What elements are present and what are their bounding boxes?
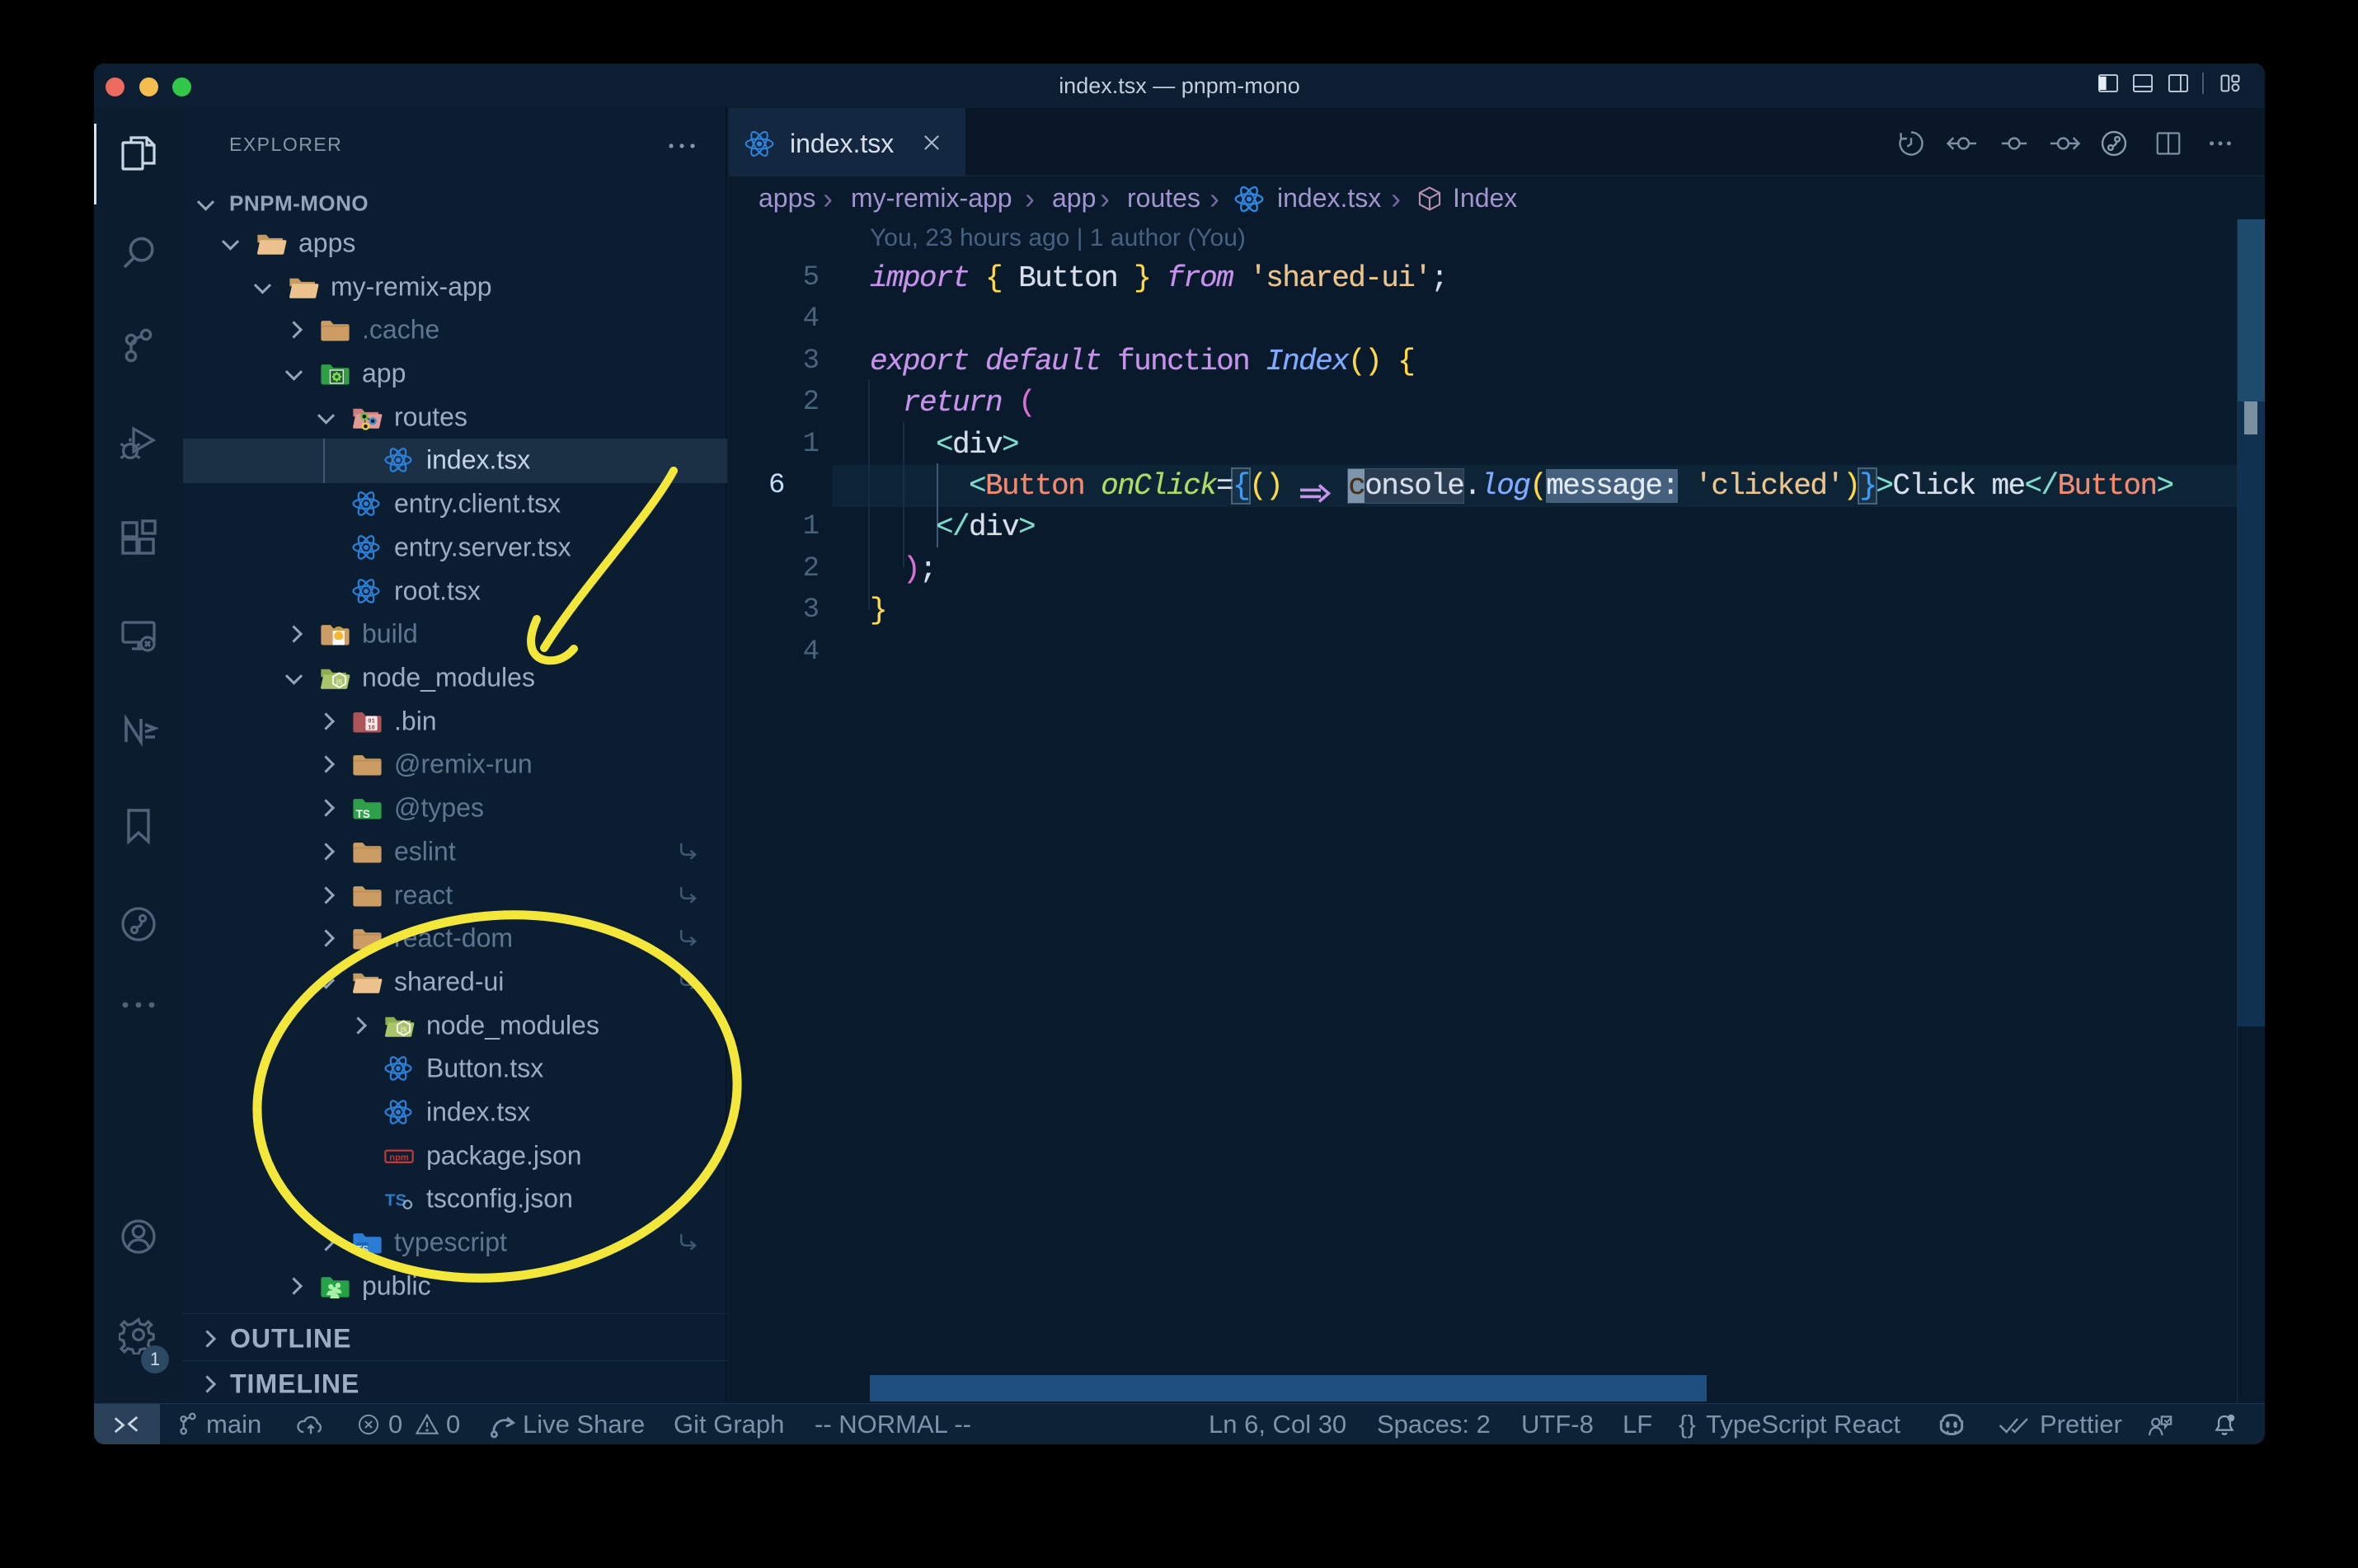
svg-text:TS: TS bbox=[356, 1243, 369, 1255]
svg-text:TS: TS bbox=[356, 807, 370, 819]
svg-text:01: 01 bbox=[368, 718, 375, 725]
svg-text:TS: TS bbox=[385, 1190, 406, 1209]
svg-text:npm: npm bbox=[389, 1153, 409, 1162]
svg-text:10: 10 bbox=[368, 725, 375, 731]
svg-text:js: js bbox=[336, 677, 342, 686]
svg-text:js: js bbox=[400, 1025, 406, 1034]
